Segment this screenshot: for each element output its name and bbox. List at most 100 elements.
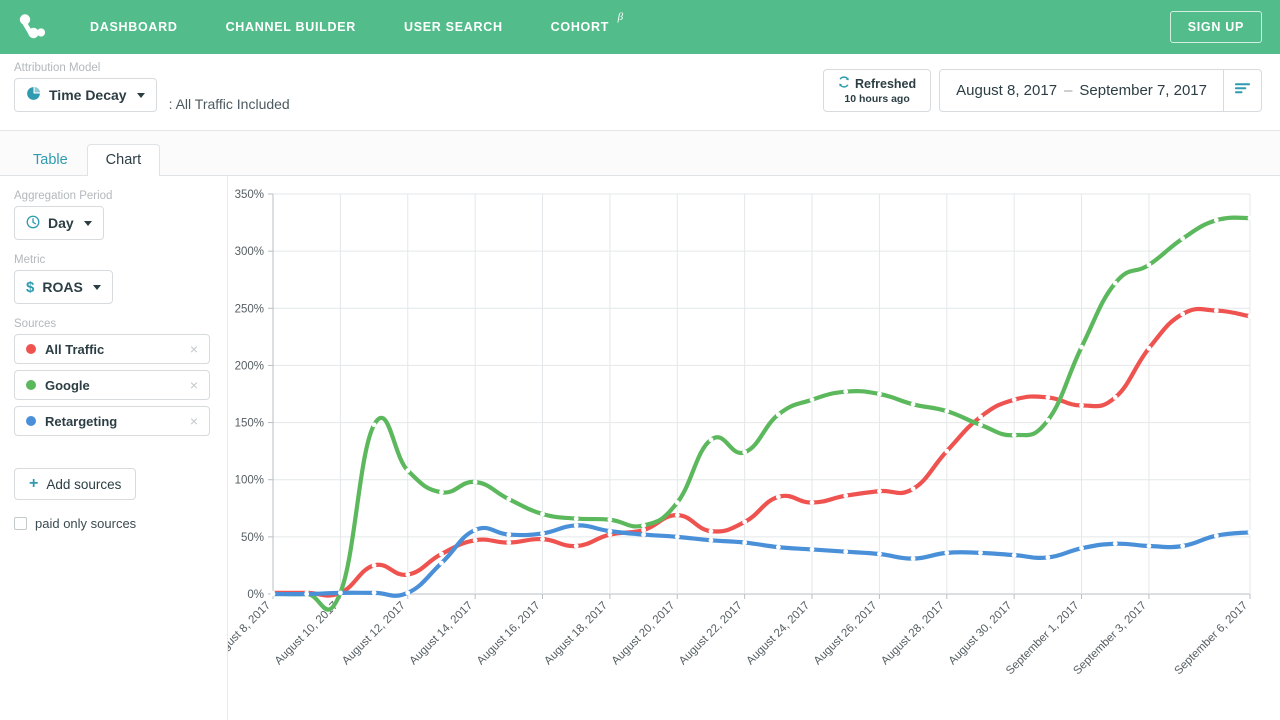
data-point[interactable]: [1248, 216, 1253, 221]
data-point[interactable]: [641, 528, 646, 533]
data-point[interactable]: [1214, 533, 1219, 538]
data-point[interactable]: [709, 437, 714, 442]
series-retargeting[interactable]: [271, 523, 1253, 596]
ascendcrm-logo[interactable]: [14, 10, 48, 44]
data-point[interactable]: [675, 513, 680, 518]
data-point[interactable]: [1180, 236, 1185, 241]
data-point[interactable]: [776, 494, 781, 499]
nav-link-dashboard[interactable]: DASHBOARD: [66, 20, 202, 34]
data-point[interactable]: [1012, 433, 1017, 438]
aggregation-period-select[interactable]: Day: [14, 206, 104, 240]
data-point[interactable]: [540, 537, 545, 542]
data-point[interactable]: [1045, 418, 1050, 423]
data-point[interactable]: [1045, 395, 1050, 400]
nav-link-user-search[interactable]: USER SEARCH: [380, 20, 527, 34]
data-point[interactable]: [1147, 346, 1152, 351]
data-point[interactable]: [607, 517, 612, 522]
chart-svg[interactable]: 0%50%100%150%200%250%300%350%August 8, 2…: [228, 182, 1280, 720]
data-point[interactable]: [1248, 314, 1253, 319]
remove-source-icon[interactable]: ×: [187, 376, 201, 394]
data-point[interactable]: [1248, 530, 1253, 535]
data-point[interactable]: [473, 528, 478, 533]
data-point[interactable]: [709, 538, 714, 543]
data-point[interactable]: [1113, 395, 1118, 400]
source-row[interactable]: All Traffic×: [14, 334, 210, 364]
data-point[interactable]: [1012, 397, 1017, 402]
data-point[interactable]: [304, 592, 309, 597]
data-point[interactable]: [405, 468, 410, 473]
data-point[interactable]: [978, 422, 983, 427]
data-point[interactable]: [439, 490, 444, 495]
data-point[interactable]: [709, 529, 714, 534]
data-point[interactable]: [843, 389, 848, 394]
data-point[interactable]: [1113, 281, 1118, 286]
data-point[interactable]: [1147, 262, 1152, 267]
date-range-picker[interactable]: August 8, 2017 – September 7, 2017: [940, 70, 1223, 111]
data-point[interactable]: [1214, 218, 1219, 223]
data-point[interactable]: [877, 489, 882, 494]
data-point[interactable]: [978, 550, 983, 555]
data-point[interactable]: [1180, 544, 1185, 549]
data-point[interactable]: [1079, 403, 1084, 408]
data-point[interactable]: [1079, 546, 1084, 551]
data-point[interactable]: [607, 529, 612, 534]
data-point[interactable]: [944, 409, 949, 414]
remove-source-icon[interactable]: ×: [187, 412, 201, 430]
series-all-traffic[interactable]: [271, 308, 1253, 595]
tab-chart[interactable]: Chart: [87, 144, 160, 176]
data-point[interactable]: [473, 480, 478, 485]
tab-table[interactable]: Table: [14, 144, 87, 176]
data-point[interactable]: [675, 534, 680, 539]
data-point[interactable]: [1180, 312, 1185, 317]
data-point[interactable]: [1012, 553, 1017, 558]
data-point[interactable]: [641, 523, 646, 528]
data-point[interactable]: [944, 449, 949, 454]
data-point[interactable]: [1147, 544, 1152, 549]
data-point[interactable]: [1113, 541, 1118, 546]
data-point[interactable]: [742, 520, 747, 525]
data-point[interactable]: [506, 540, 511, 545]
data-point[interactable]: [843, 493, 848, 498]
data-point[interactable]: [742, 450, 747, 455]
refresh-button[interactable]: Refreshed 10 hours ago: [823, 69, 931, 112]
data-point[interactable]: [405, 572, 410, 577]
data-point[interactable]: [372, 590, 377, 595]
data-point[interactable]: [911, 402, 916, 407]
nav-link-cohort[interactable]: COHORT β: [527, 20, 633, 34]
data-point[interactable]: [911, 486, 916, 491]
data-point[interactable]: [1045, 555, 1050, 560]
data-point[interactable]: [978, 414, 983, 419]
data-point[interactable]: [742, 540, 747, 545]
data-point[interactable]: [1079, 345, 1084, 350]
data-point[interactable]: [506, 497, 511, 502]
data-point[interactable]: [338, 590, 343, 595]
data-point[interactable]: [944, 550, 949, 555]
data-point[interactable]: [540, 512, 545, 517]
attribution-model-select[interactable]: Time Decay: [14, 78, 157, 112]
data-point[interactable]: [911, 556, 916, 561]
data-point[interactable]: [1214, 308, 1219, 313]
data-point[interactable]: [574, 544, 579, 549]
data-point[interactable]: [540, 531, 545, 536]
remove-source-icon[interactable]: ×: [187, 340, 201, 358]
nav-link-channel-builder[interactable]: CHANNEL BUILDER: [202, 20, 380, 34]
data-point[interactable]: [439, 552, 444, 557]
data-point[interactable]: [473, 538, 478, 543]
data-point[interactable]: [405, 590, 410, 595]
data-point[interactable]: [574, 516, 579, 521]
sign-up-button[interactable]: SIGN UP: [1170, 11, 1262, 43]
data-point[interactable]: [675, 500, 680, 505]
data-point[interactable]: [776, 545, 781, 550]
series-google[interactable]: [271, 216, 1253, 610]
source-row[interactable]: Retargeting×: [14, 406, 210, 436]
data-point[interactable]: [843, 549, 848, 554]
paid-only-sources-checkbox[interactable]: paid only sources: [14, 516, 227, 531]
data-point[interactable]: [506, 532, 511, 537]
data-point[interactable]: [877, 392, 882, 397]
data-point[interactable]: [372, 563, 377, 568]
data-point[interactable]: [271, 592, 276, 597]
data-point[interactable]: [810, 547, 815, 552]
metric-select[interactable]: $ ROAS: [14, 270, 113, 304]
add-sources-button[interactable]: + Add sources: [14, 468, 136, 500]
data-point[interactable]: [810, 397, 815, 402]
